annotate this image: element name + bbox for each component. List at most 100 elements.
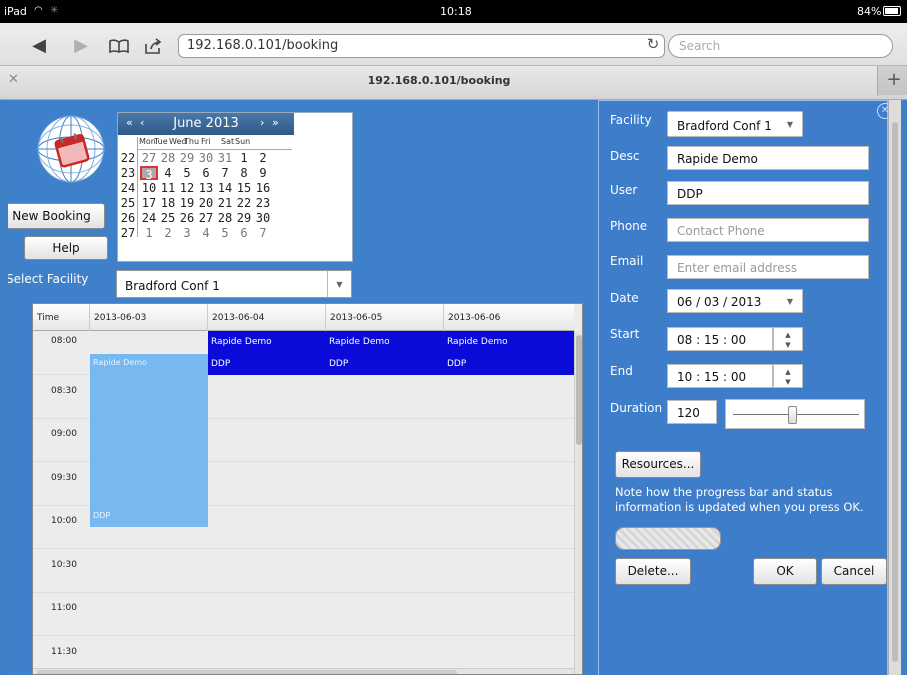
calendar-day[interactable]: 10 xyxy=(140,181,158,195)
booking-block-selected[interactable]: Rapide Demo DDP xyxy=(90,354,208,527)
progress-note: Note how the progress bar and status inf… xyxy=(615,485,864,514)
desc-field[interactable]: Rapide Demo xyxy=(667,146,869,170)
booking-block[interactable]: Rapide Demo DDP xyxy=(208,331,326,375)
resources-button[interactable]: Resources... xyxy=(615,451,701,478)
time-label: 08:00 xyxy=(51,336,77,346)
date-column-header[interactable]: 2013-06-06 xyxy=(444,304,574,331)
bookmarks-icon[interactable] xyxy=(106,33,132,59)
chevron-down-icon: ▼ xyxy=(786,297,794,306)
calendar-day[interactable]: 31 xyxy=(216,151,234,165)
new-booking-button[interactable]: New Booking xyxy=(8,203,105,229)
dialog-facility-select[interactable]: Bradford Conf 1 ▼ xyxy=(667,111,803,137)
time-label: 10:00 xyxy=(51,516,77,526)
calendar-day[interactable]: 22 xyxy=(235,196,253,210)
calendar-day[interactable]: 7 xyxy=(254,226,272,240)
calendar-day[interactable]: 4 xyxy=(159,166,177,180)
booking-block[interactable]: Rapide Demo DDP xyxy=(326,331,444,375)
calendar-day[interactable]: 6 xyxy=(197,166,215,180)
start-time-field[interactable]: 08 : 15 : 00 xyxy=(667,327,773,351)
new-tab-icon[interactable]: + xyxy=(883,69,905,91)
calendar-day[interactable]: 21 xyxy=(216,196,234,210)
status-bar: iPad ◠ ✳ 10:18 84% xyxy=(0,0,907,23)
battery-percent: 84% xyxy=(857,5,882,18)
calendar-day[interactable]: 2 xyxy=(254,151,272,165)
calendar-day[interactable]: 17 xyxy=(140,196,158,210)
calendar-day[interactable]: 28 xyxy=(216,211,234,225)
forward-icon[interactable]: ▶ xyxy=(68,33,94,59)
calendar-day[interactable]: 5 xyxy=(178,166,196,180)
calendar-day[interactable]: 7 xyxy=(216,166,234,180)
calendar-day[interactable]: 27 xyxy=(197,211,215,225)
page-scrollbar[interactable] xyxy=(888,100,901,675)
select-facility-label: Select Facility xyxy=(8,272,89,286)
calendar-day[interactable]: 2 xyxy=(159,226,177,240)
calendar-day[interactable]: 4 xyxy=(197,226,215,240)
calendar-day[interactable]: 29 xyxy=(178,151,196,165)
end-time-stepper[interactable]: ▲ ▼ xyxy=(773,364,803,388)
email-field[interactable]: Enter email address xyxy=(667,255,869,279)
back-icon[interactable]: ◀ xyxy=(26,33,52,59)
facility-select[interactable]: Bradford Conf 1 ▼ xyxy=(116,270,352,298)
calendar-day[interactable]: 24 xyxy=(140,211,158,225)
calendar-day[interactable]: 25 xyxy=(159,211,177,225)
date-column-header[interactable]: 2013-06-04 xyxy=(208,304,326,331)
next-month-button[interactable]: › xyxy=(260,116,264,129)
time-row-divider xyxy=(33,591,574,593)
search-input[interactable]: Search xyxy=(668,34,893,58)
date-field[interactable]: 06 / 03 / 2013 ▼ xyxy=(667,289,803,313)
browser-tab[interactable]: ✕ 192.168.0.101/booking xyxy=(0,66,878,96)
schedule-header: Time 2013-06-03 2013-06-04 2013-06-05 20… xyxy=(33,304,574,331)
week-number: 23 xyxy=(120,166,136,180)
duration-slider[interactable] xyxy=(725,399,865,429)
help-button[interactable]: Help xyxy=(24,236,108,260)
share-icon[interactable] xyxy=(140,33,166,59)
calendar-day[interactable]: 12 xyxy=(178,181,196,195)
calendar-day[interactable]: 9 xyxy=(254,166,272,180)
calendar-day[interactable]: 15 xyxy=(235,181,253,195)
calendar-day[interactable]: 6 xyxy=(235,226,253,240)
calendar-day[interactable]: 28 xyxy=(159,151,177,165)
calendar-day[interactable]: 20 xyxy=(197,196,215,210)
calendar-day[interactable]: 5 xyxy=(216,226,234,240)
delete-button[interactable]: Delete... xyxy=(615,558,691,585)
calendar-day[interactable]: 27 xyxy=(140,151,158,165)
cancel-button[interactable]: Cancel xyxy=(821,558,887,585)
calendar-day[interactable]: 8 xyxy=(235,166,253,180)
date-column-header[interactable]: 2013-06-05 xyxy=(326,304,444,331)
calendar-day-selected[interactable]: 3 xyxy=(140,166,158,182)
ok-button[interactable]: OK xyxy=(753,558,817,585)
reload-icon[interactable]: ↻ xyxy=(644,35,662,55)
address-bar[interactable]: 192.168.0.101/booking xyxy=(178,34,665,58)
calendar-day[interactable]: 29 xyxy=(235,211,253,225)
schedule-vertical-scrollbar[interactable] xyxy=(574,331,582,674)
booking-title: Rapide Demo xyxy=(93,358,147,367)
slider-handle[interactable] xyxy=(788,406,797,424)
calendar-day[interactable]: 1 xyxy=(140,226,158,240)
booking-block[interactable]: Rapide Demo DDP xyxy=(444,331,574,375)
calendar-day[interactable]: 30 xyxy=(254,211,272,225)
calendar-day[interactable]: 14 xyxy=(216,181,234,195)
user-field[interactable]: DDP xyxy=(667,181,869,205)
booking-user: DDP xyxy=(329,359,349,369)
calendar-day[interactable]: 13 xyxy=(197,181,215,195)
date-column-header[interactable]: 2013-06-03 xyxy=(90,304,208,331)
device-label: iPad xyxy=(4,5,27,18)
chevron-down-icon: ▼ xyxy=(327,271,351,297)
calendar-day[interactable]: 16 xyxy=(254,181,272,195)
calendar-day[interactable]: 11 xyxy=(159,181,177,195)
duration-field[interactable]: 120 xyxy=(667,400,717,424)
calendar-day[interactable]: 26 xyxy=(178,211,196,225)
next-year-button[interactable]: » xyxy=(272,116,279,129)
calendar-day[interactable]: 18 xyxy=(159,196,177,210)
calendar-day[interactable]: 19 xyxy=(178,196,196,210)
calendar-day[interactable]: 23 xyxy=(254,196,272,210)
start-time-stepper[interactable]: ▲ ▼ xyxy=(773,327,803,351)
calendar-day[interactable]: 3 xyxy=(178,226,196,240)
calendar-day[interactable]: 30 xyxy=(197,151,215,165)
calendar-day[interactable]: 1 xyxy=(235,151,253,165)
schedule-horizontal-scrollbar[interactable] xyxy=(33,668,574,674)
end-time-field[interactable]: 10 : 15 : 00 xyxy=(667,364,773,388)
booking-user: DDP xyxy=(93,511,111,520)
phone-field[interactable]: Contact Phone xyxy=(667,218,869,242)
email-label: Email xyxy=(610,254,644,268)
